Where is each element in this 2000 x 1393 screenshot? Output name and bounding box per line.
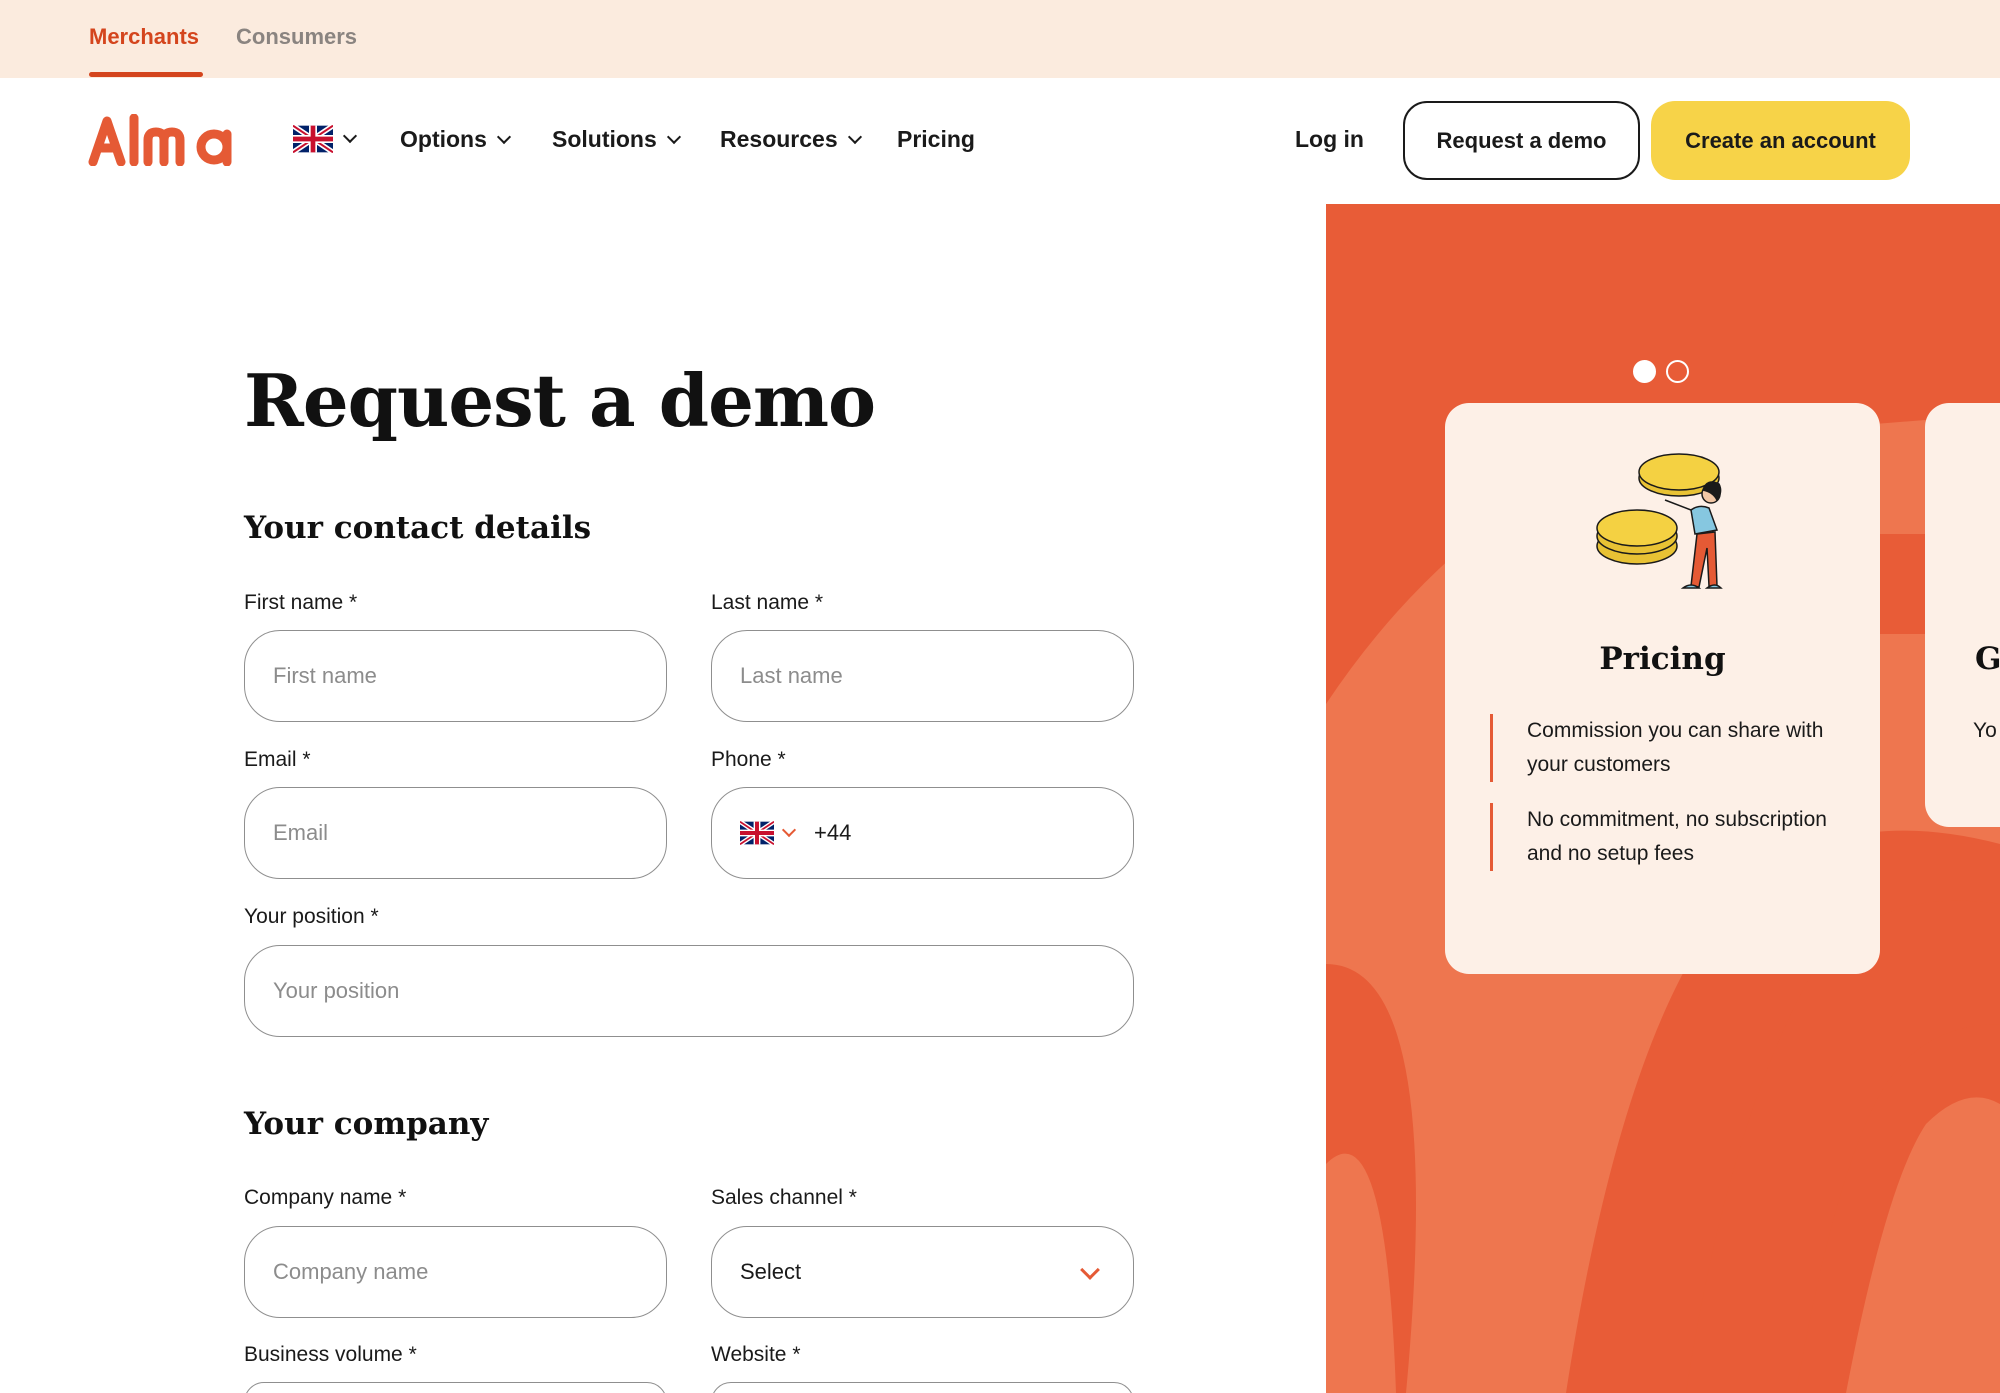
phone-input[interactable]: +44 [711, 787, 1134, 879]
uk-flag-icon [740, 821, 774, 845]
pricing-bullet-1: Commission you can share with your custo… [1490, 714, 1830, 782]
sales-channel-label: Sales channel * [711, 1186, 857, 1209]
chevron-down-icon [666, 129, 681, 144]
position-input[interactable]: Your position [244, 945, 1134, 1037]
company-name-input[interactable]: Company name [244, 1226, 667, 1318]
next-card-text: Yo [1973, 719, 1997, 742]
business-volume-label: Business volume * [244, 1343, 417, 1366]
company-name-label: Company name * [244, 1186, 407, 1209]
login-link[interactable]: Log in [1295, 126, 1364, 153]
last-name-placeholder: Last name [740, 663, 843, 688]
email-label: Email * [244, 748, 311, 771]
carousel-dot-2[interactable] [1666, 360, 1689, 383]
coins-person-illustration [1596, 453, 1723, 589]
chevron-down-icon [1080, 1260, 1100, 1280]
last-name-input[interactable]: Last name [711, 630, 1134, 722]
alma-logo[interactable] [88, 114, 250, 166]
first-name-input[interactable]: First name [244, 630, 667, 722]
promo-panel: Pricing Commission you can share with yo… [1326, 204, 2000, 1393]
next-card-peek[interactable]: G Yo [1925, 403, 2000, 827]
company-section-title: Your company [244, 1106, 489, 1142]
last-name-label: Last name * [711, 591, 824, 614]
phone-prefix: +44 [814, 820, 852, 845]
nav-resources[interactable]: Resources [720, 126, 862, 153]
pricing-card: Pricing Commission you can share with yo… [1445, 403, 1880, 974]
pricing-card-title: Pricing [1599, 641, 1726, 677]
email-placeholder: Email [273, 820, 329, 845]
chevron-down-icon [342, 128, 358, 144]
position-placeholder: Your position [273, 978, 400, 1003]
create-account-button[interactable]: Create an account [1651, 101, 1910, 180]
nav-options-label: Options [400, 126, 487, 152]
next-card-title: G [1975, 641, 2000, 677]
position-label: Your position * [244, 905, 379, 928]
sales-channel-value: Select [740, 1259, 802, 1284]
uk-flag-icon [293, 125, 333, 153]
sales-channel-select[interactable]: Select [711, 1226, 1134, 1318]
website-input[interactable] [711, 1382, 1134, 1393]
website-label: Website * [711, 1343, 801, 1366]
request-demo-button[interactable]: Request a demo [1403, 101, 1640, 180]
phone-label: Phone * [711, 748, 786, 771]
nav-solutions[interactable]: Solutions [552, 126, 681, 153]
audience-bar: Merchants Consumers [0, 0, 2000, 78]
chevron-down-icon [847, 129, 862, 144]
chevron-down-icon [781, 822, 797, 838]
tab-consumers[interactable]: Consumers [236, 24, 357, 50]
page-title: Request a demo [244, 358, 876, 443]
carousel-pagination [1633, 360, 1689, 383]
main-nav: Options Solutions Resources Pricing Log … [0, 78, 2000, 203]
phone-country-selector[interactable] [740, 821, 797, 845]
nav-options[interactable]: Options [400, 126, 511, 153]
first-name-placeholder: First name [273, 663, 377, 688]
business-volume-input[interactable] [244, 1382, 667, 1393]
carousel-dot-1[interactable] [1633, 360, 1656, 383]
contact-section-title: Your contact details [244, 510, 592, 546]
nav-pricing-label: Pricing [897, 126, 975, 152]
active-tab-indicator [89, 72, 203, 77]
nav-resources-label: Resources [720, 126, 838, 152]
nav-solutions-label: Solutions [552, 126, 657, 152]
pricing-bullet-2: No commitment, no subscription and no se… [1490, 803, 1830, 871]
email-input[interactable]: Email [244, 787, 667, 879]
tab-merchants[interactable]: Merchants [89, 24, 199, 50]
language-selector[interactable] [293, 125, 358, 153]
nav-pricing[interactable]: Pricing [897, 126, 975, 153]
first-name-label: First name * [244, 591, 358, 614]
chevron-down-icon [496, 129, 511, 144]
company-name-placeholder: Company name [273, 1259, 429, 1284]
